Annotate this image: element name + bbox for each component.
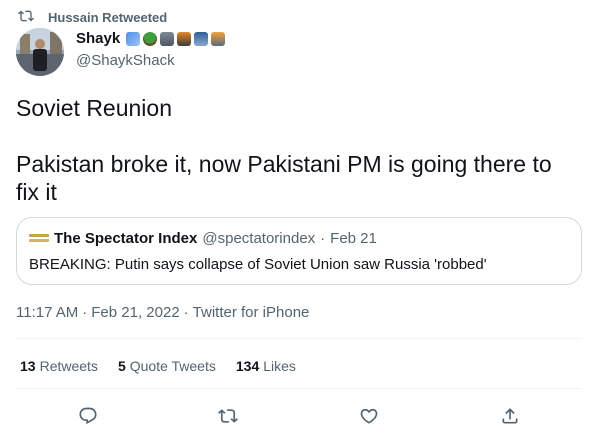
tweet-text: Soviet Reunion Pakistan broke it, now Pa… [16, 95, 552, 205]
person-icon [160, 31, 175, 46]
retweet-icon [18, 8, 34, 27]
quoted-date: Feb 21 [330, 230, 377, 247]
city-icon [194, 31, 209, 46]
avatar[interactable] [16, 28, 64, 76]
kite-icon [126, 31, 141, 46]
tweet-time[interactable]: 11:17 AM [16, 304, 78, 321]
separator: · [320, 230, 326, 247]
like-button[interactable] [357, 404, 381, 428]
tree-icon [143, 31, 158, 46]
quoted-tweet-text: BREAKING: Putin says collapse of Soviet … [29, 256, 487, 273]
engagement-stats: 13 Retweets 5 Quote Tweets 134 Likes [20, 358, 296, 374]
separator: · [183, 304, 189, 321]
like-icon [360, 408, 378, 424]
retweet-icon [218, 409, 238, 423]
user-handle[interactable]: @ShaykShack [76, 52, 225, 69]
display-name[interactable]: Shayk [76, 30, 120, 47]
tweet-actions [0, 404, 598, 428]
name-emojis [126, 31, 226, 46]
spectator-logo-icon [29, 233, 49, 244]
retweets-stat[interactable]: 13 Retweets [20, 358, 98, 374]
quote-tweets-stat[interactable]: 5 Quote Tweets [118, 358, 216, 374]
quoted-display-name: The Spectator Index [54, 230, 198, 247]
divider [16, 388, 582, 389]
separator: · [82, 304, 88, 321]
car-icon [211, 31, 226, 46]
share-button[interactable] [498, 404, 522, 428]
tweet-date[interactable]: Feb 21, 2022 [91, 304, 179, 321]
retweeted-by-label: Hussain Retweeted [48, 9, 168, 25]
cyclist-icon [177, 31, 192, 46]
likes-stat[interactable]: 134 Likes [236, 358, 296, 374]
tweet-source[interactable]: Twitter for iPhone [193, 304, 310, 321]
tweet-meta: 11:17 AM · Feb 21, 2022 · Twitter for iP… [16, 304, 309, 321]
share-icon [502, 408, 518, 424]
divider [16, 338, 582, 339]
quoted-tweet-card[interactable]: The Spectator Index @spectatorindex · Fe… [16, 217, 582, 285]
reply-button[interactable] [76, 404, 100, 428]
author-block: Shayk @ShaykShack [76, 30, 226, 69]
social-context[interactable]: Hussain Retweeted [18, 8, 167, 26]
reply-icon [79, 407, 97, 425]
retweet-button[interactable] [216, 404, 240, 428]
quoted-handle: @spectatorindex [202, 230, 316, 247]
